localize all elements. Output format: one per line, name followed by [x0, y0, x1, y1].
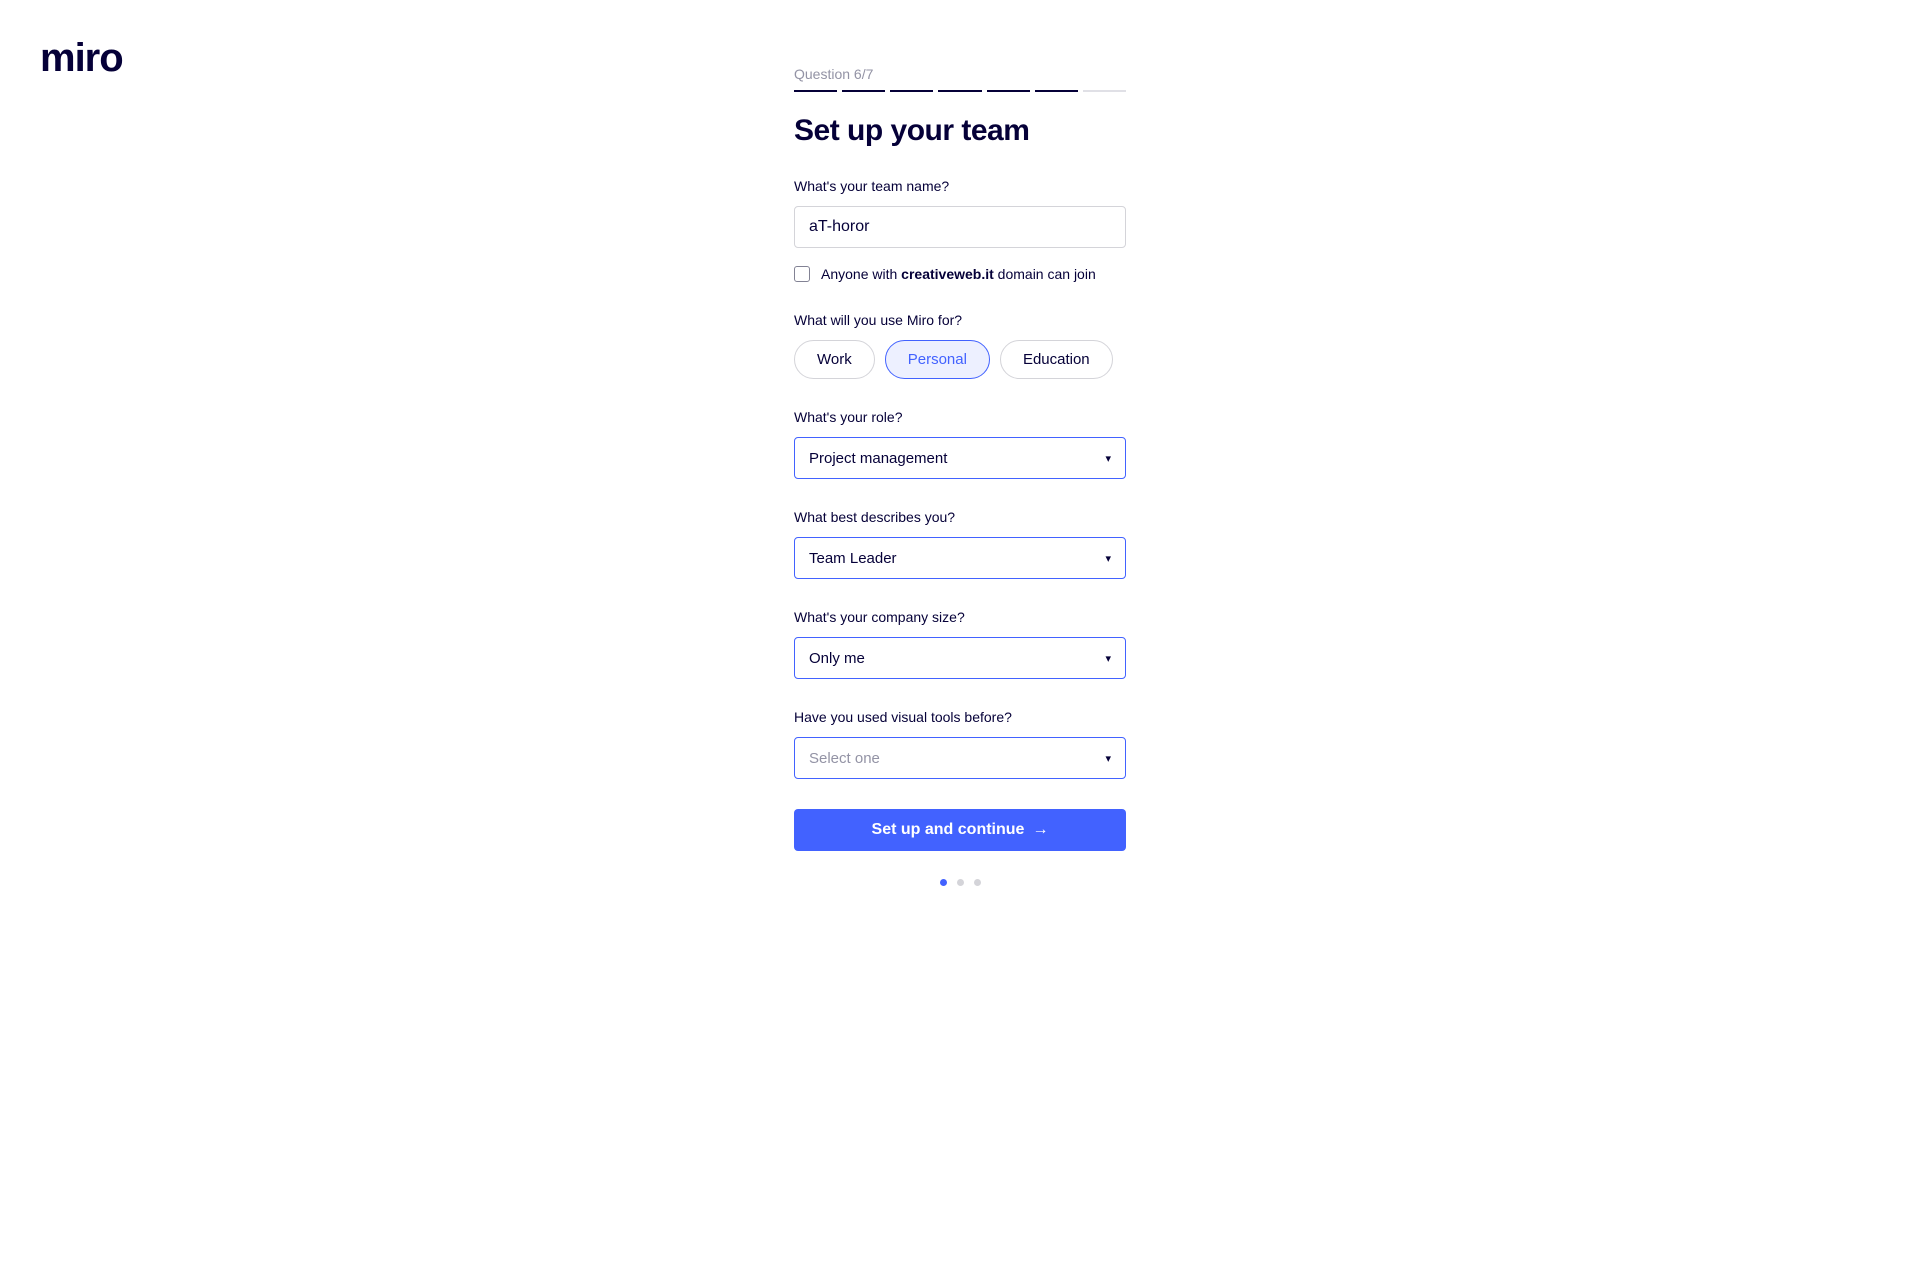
team-name-label: What's your team name? — [794, 178, 1126, 194]
progress-segment — [987, 90, 1030, 92]
visual-tools-select[interactable]: Select one ▾ — [794, 737, 1126, 779]
use-for-options: Work Personal Education — [794, 340, 1126, 379]
use-for-personal[interactable]: Personal — [885, 340, 990, 379]
submit-label: Set up and continue — [872, 821, 1025, 839]
company-size-value: Only me — [809, 650, 865, 667]
visual-tools-placeholder: Select one — [809, 750, 880, 767]
chevron-down-icon: ▾ — [1105, 652, 1111, 665]
use-for-education[interactable]: Education — [1000, 340, 1113, 379]
miro-logo: miro — [40, 36, 123, 81]
domain-join-checkbox[interactable] — [794, 266, 810, 282]
page-title: Set up your team — [794, 114, 1126, 148]
arrow-right-icon: → — [1032, 821, 1048, 839]
role-select[interactable]: Project management ▾ — [794, 437, 1126, 479]
role-value: Project management — [809, 450, 947, 467]
progress-segment — [842, 90, 885, 92]
role-label: What's your role? — [794, 409, 1126, 425]
progress-segment — [890, 90, 933, 92]
company-size-select[interactable]: Only me ▾ — [794, 637, 1126, 679]
describes-label: What best describes you? — [794, 509, 1126, 525]
describes-select[interactable]: Team Leader ▾ — [794, 537, 1126, 579]
team-name-input[interactable] — [794, 206, 1126, 248]
progress-label: Question 6/7 — [794, 66, 1126, 82]
progress-segment — [1035, 90, 1078, 92]
company-size-label: What's your company size? — [794, 609, 1126, 625]
domain-join-label: Anyone with creativeweb.it domain can jo… — [821, 266, 1096, 282]
setup-continue-button[interactable]: Set up and continue → — [794, 809, 1126, 851]
use-for-work[interactable]: Work — [794, 340, 875, 379]
describes-value: Team Leader — [809, 550, 897, 567]
visual-tools-label: Have you used visual tools before? — [794, 709, 1126, 725]
progress-bar — [794, 90, 1126, 92]
progress-segment — [938, 90, 981, 92]
use-for-label: What will you use Miro for? — [794, 312, 1126, 328]
onboarding-form: Question 6/7 Set up your team What's you… — [794, 0, 1126, 886]
progress-segment — [1083, 90, 1126, 92]
chevron-down-icon: ▾ — [1105, 752, 1111, 765]
domain-join-row[interactable]: Anyone with creativeweb.it domain can jo… — [794, 266, 1126, 282]
pager-dot[interactable] — [940, 879, 947, 886]
pager-dot[interactable] — [974, 879, 981, 886]
chevron-down-icon: ▾ — [1105, 452, 1111, 465]
pager-dot[interactable] — [957, 879, 964, 886]
pager-dots — [794, 879, 1126, 886]
progress-segment — [794, 90, 837, 92]
chevron-down-icon: ▾ — [1105, 552, 1111, 565]
